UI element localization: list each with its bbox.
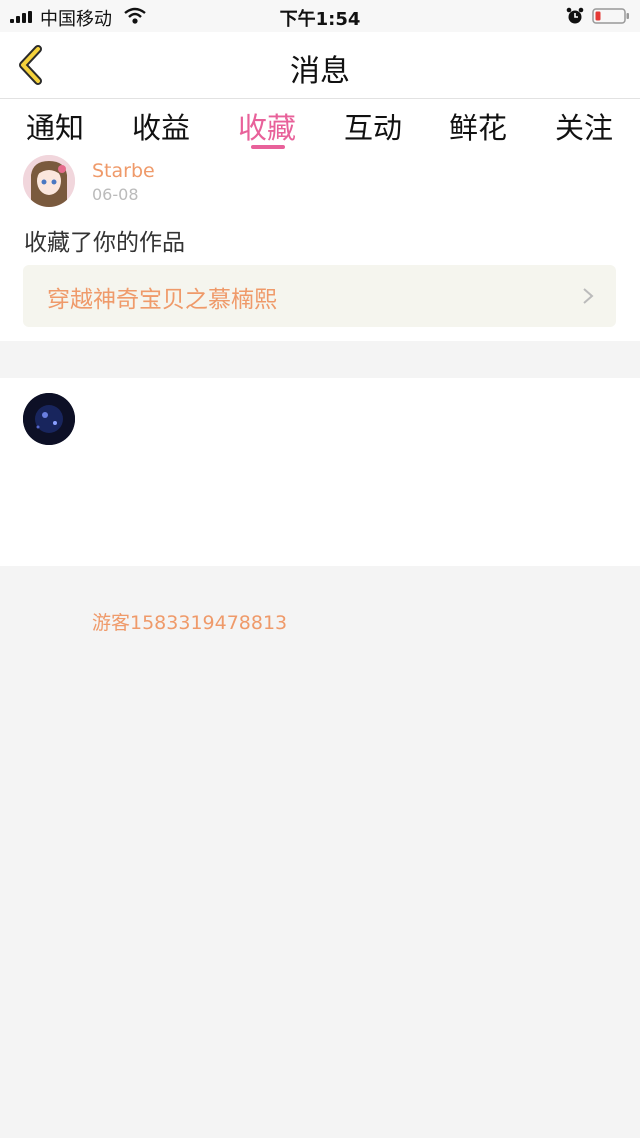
nav-bar: 消息 <box>0 32 640 99</box>
list-item: Starbe 06-08 收藏了你的作品 穿越神奇宝贝之慕楠熙 <box>0 153 640 341</box>
page-title: 消息 <box>290 54 350 89</box>
clock-time: 下午1:54 <box>279 9 361 30</box>
tab-flowers[interactable]: 鲜花 <box>433 105 523 147</box>
active-tab-indicator <box>251 145 285 149</box>
username[interactable]: 游客1583319478813 <box>92 608 287 635</box>
tab-earnings[interactable]: 收益 <box>116 105 206 147</box>
tab-notifications[interactable]: 通知 <box>10 105 100 147</box>
work-title: 穿越神奇宝贝之慕楠熙 <box>47 287 277 313</box>
tab-bar: 通知 收益 收藏 互动 鲜花 关注 <box>0 99 640 153</box>
battery-icon <box>592 8 629 24</box>
favorites-list: Starbe 06-08 收藏了你的作品 穿越神奇宝贝之慕楠熙 游客158331… <box>0 153 640 634</box>
tab-follows[interactable]: 关注 <box>539 105 629 147</box>
avatar[interactable] <box>23 393 75 445</box>
alarm-icon <box>566 7 584 24</box>
action-text: 收藏了你的作品 <box>24 230 185 256</box>
username[interactable]: Starbe <box>92 160 155 182</box>
work-link[interactable]: 穿越神奇宝贝之慕楠熙 <box>23 265 616 327</box>
timestamp: 06-08 <box>92 185 139 204</box>
list-item: 游客1583319478813 <box>0 378 640 634</box>
status-bar: 中国移动 下午1:54 <box>0 0 640 32</box>
tab-interactions[interactable]: 互动 <box>328 105 418 147</box>
tab-favorites[interactable]: 收藏 <box>222 105 312 147</box>
chevron-right-icon <box>583 288 594 304</box>
avatar[interactable] <box>23 155 75 207</box>
